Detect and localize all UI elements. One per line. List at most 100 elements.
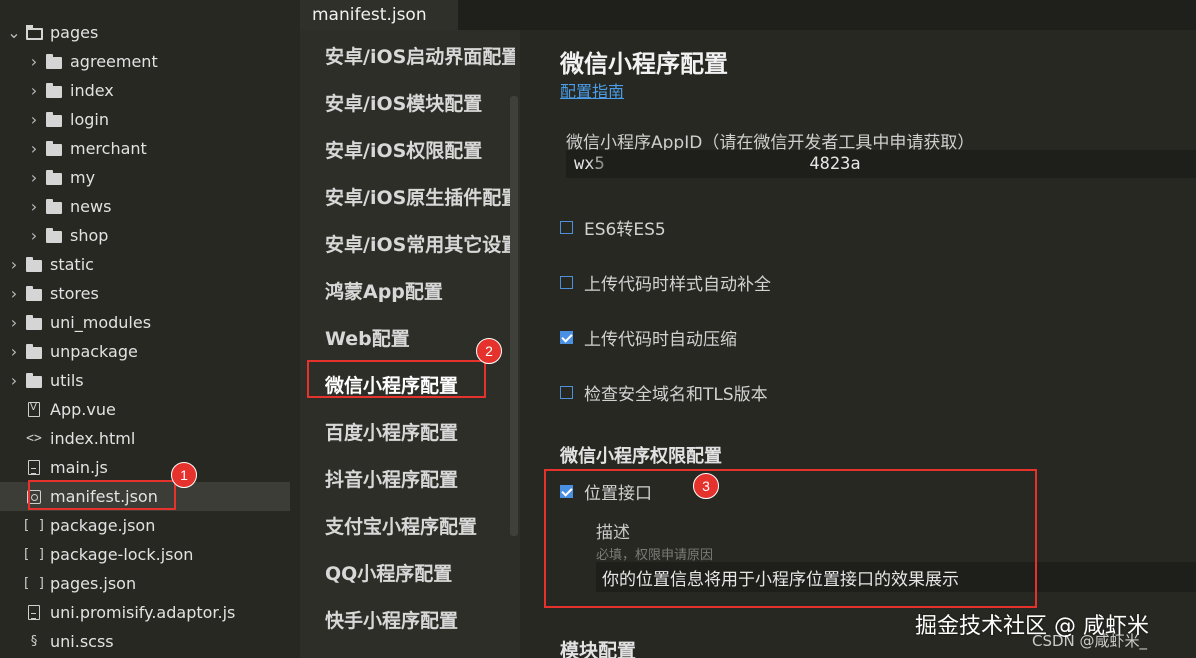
file-tree-label: index.html [50,429,136,448]
file-tree-label: unpackage [50,342,138,361]
tab-manifest-json[interactable]: manifest.json [300,0,458,30]
option-label: ES6转ES5 [584,219,666,240]
chevron-right-icon[interactable]: › [27,47,41,76]
option-label: 检查安全域名和TLS版本 [584,384,768,405]
folder-icon [44,169,64,185]
file-tree-label: shop [70,226,109,245]
file-tree-item-my[interactable]: › my [0,163,290,192]
file-tree-item-index[interactable]: › index [0,76,290,105]
json-file-icon: [ ] [22,576,46,591]
vue-file-icon [24,402,44,417]
file-tree-item-agreement[interactable]: › agreement [0,47,290,76]
chevron-right-icon[interactable]: › [27,163,41,192]
checkbox-checked-icon [560,330,573,344]
highlight-wechat-nav [307,360,486,398]
folder-icon [44,111,64,127]
file-tree-label: pages [50,23,99,42]
settings-nav-item-0[interactable]: 安卓/iOS启动界面配置 [325,42,515,72]
chevron-right-icon[interactable]: › [7,366,21,395]
settings-nav-item-3[interactable]: 安卓/iOS原生插件配置 [325,183,515,213]
csdn-watermark: CSDN @咸虾米_ [1032,632,1148,650]
appid-redaction [590,154,715,176]
folder-icon [24,314,44,330]
file-tree-item-news[interactable]: › news [0,192,290,221]
option-checkbox-3[interactable]: 检查安全域名和TLS版本 [560,380,768,405]
json-file-icon: [ ] [22,518,46,533]
file-tree-item-index-html[interactable]: <> index.html [0,424,290,453]
file-tree-label: uni.promisify.adaptor.js [50,603,236,622]
file-tree-item-main-js[interactable]: main.js [0,453,290,482]
step-badge-3: 3 [693,473,719,499]
file-tree-item-uni-promisify-adaptor-js[interactable]: uni.promisify.adaptor.js [0,598,290,627]
config-guide-link[interactable]: 配置指南 [560,78,624,102]
file-tree-label: index [70,81,114,100]
option-checkbox-1[interactable]: 上传代码时样式自动补全 [560,270,771,295]
file-tree-label: uni.scss [50,632,114,651]
chevron-right-icon[interactable]: › [7,279,21,308]
step-badge-2: 2 [476,338,502,364]
file-tree-label: login [70,110,109,129]
settings-nav-item-10[interactable]: 支付宝小程序配置 [325,512,515,542]
settings-nav-item-4[interactable]: 安卓/iOS常用其它设置 [325,230,515,260]
file-explorer: ⌄ pages › agreement › index › login › merchant › my… [0,0,290,658]
option-checkbox-2[interactable]: 上传代码时自动压缩 [560,325,737,350]
checkbox-unchecked-icon [560,220,573,234]
file-tree-label: package.json [50,516,156,535]
file-tree-item-package-lock-json[interactable]: [ ] package-lock.json [0,540,290,569]
settings-nav-item-2[interactable]: 安卓/iOS权限配置 [325,136,515,166]
option-checkbox-0[interactable]: ES6转ES5 [560,215,666,240]
file-tree-item-shop[interactable]: › shop [0,221,290,250]
highlight-location-permission [544,469,1037,608]
page-title: 微信小程序配置 [560,50,728,78]
js-file-icon [24,460,44,475]
settings-nav-item-12[interactable]: 快手小程序配置 [325,606,515,636]
chevron-right-icon[interactable]: › [27,76,41,105]
file-tree-item-uni-scss[interactable]: § uni.scss [0,627,290,656]
file-tree-item-uni-modules[interactable]: › uni_modules [0,308,290,337]
checkbox-unchecked-icon [560,275,573,289]
checkbox-unchecked-icon [560,385,573,399]
chevron-down-icon[interactable]: ⌄ [7,18,21,47]
folder-open-icon [24,24,44,40]
file-tree-item-login[interactable]: › login [0,105,290,134]
settings-nav-item-8[interactable]: 百度小程序配置 [325,418,515,448]
file-tree-item-package-json[interactable]: [ ] package.json [0,511,290,540]
file-tree-item-pages-json[interactable]: [ ] pages.json [0,569,290,598]
file-tree-label: pages.json [50,574,137,593]
file-tree-label: agreement [70,52,158,71]
chevron-right-icon[interactable]: › [27,221,41,250]
file-tree-item-stores[interactable]: › stores [0,279,290,308]
file-tree-label: stores [50,284,99,303]
file-tree-item-unpackage[interactable]: › unpackage [0,337,290,366]
chevron-right-icon[interactable]: › [27,105,41,134]
file-tree-item-pages[interactable]: ⌄ pages [0,18,290,47]
json-file-icon: [ ] [22,547,46,562]
option-label: 上传代码时自动压缩 [584,329,737,350]
chevron-right-icon[interactable]: › [27,192,41,221]
chevron-right-icon[interactable]: › [27,134,41,163]
settings-nav-scrollbar[interactable] [510,96,518,536]
file-tree-item-utils[interactable]: › utils [0,366,290,395]
chevron-right-icon[interactable]: › [7,250,21,279]
file-tree-item-merchant[interactable]: › merchant [0,134,290,163]
folder-icon [44,140,64,156]
file-tree-label: main.js [50,458,108,477]
settings-nav-item-5[interactable]: 鸿蒙App配置 [325,277,515,307]
settings-nav-item-1[interactable]: 安卓/iOS模块配置 [325,89,515,119]
file-tree-label: package-lock.json [50,545,194,564]
permission-section-title: 微信小程序权限配置 [560,446,722,467]
file-tree-label: news [70,197,112,216]
file-tree-item-static[interactable]: › static [0,250,290,279]
file-tree-label: utils [50,371,84,390]
scss-file-icon: § [30,634,38,649]
chevron-right-icon[interactable]: › [7,337,21,366]
highlight-manifest-json [28,480,176,510]
chevron-right-icon[interactable]: › [7,308,21,337]
folder-icon [24,372,44,388]
file-tree-label: App.vue [50,400,116,419]
file-tree-item-app-vue[interactable]: App.vue [0,395,290,424]
folder-icon [44,82,64,98]
folder-icon [44,227,64,243]
settings-nav-item-9[interactable]: 抖音小程序配置 [325,465,515,495]
settings-nav-item-11[interactable]: QQ小程序配置 [325,559,515,589]
